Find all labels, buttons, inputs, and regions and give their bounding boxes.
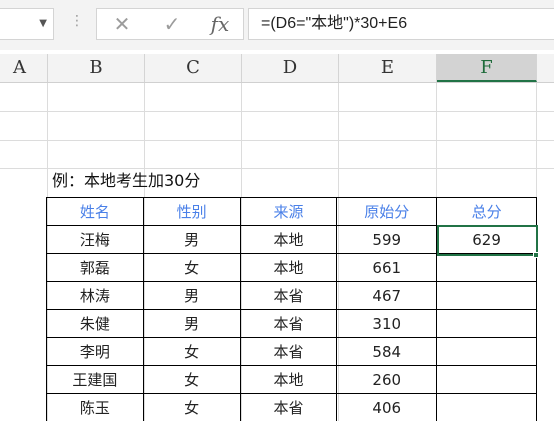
cell-total[interactable]	[436, 365, 537, 394]
table-row: 李明 女 本省 584	[46, 337, 537, 366]
cell-raw-score[interactable]: 310	[336, 309, 438, 338]
cell-gender[interactable]: 男	[142, 281, 241, 310]
cell-name[interactable]: 林涛	[46, 281, 144, 310]
cell-gender[interactable]: 女	[142, 337, 241, 366]
cell-origin[interactable]: 本省	[239, 337, 338, 366]
table-row: 王建国 女 本地 260	[46, 365, 537, 394]
cell-total[interactable]	[436, 281, 537, 310]
header-gender[interactable]: 性别	[142, 197, 241, 226]
cell-total[interactable]	[436, 337, 537, 366]
cell-gender[interactable]: 男	[142, 309, 241, 338]
cell-total[interactable]	[436, 253, 537, 282]
column-header-d[interactable]: D	[242, 54, 339, 82]
table-row: 林涛 男 本省 467	[46, 281, 537, 310]
formula-bar: ▼ ⋮ ✕ ✓ fx =(D6="本地")*30+E6	[0, 0, 554, 50]
cell-origin[interactable]: 本地	[239, 253, 338, 282]
formula-buttons: ✕ ✓ fx	[96, 8, 244, 40]
cell-name[interactable]: 郭磊	[46, 253, 144, 282]
enter-button[interactable]: ✓	[157, 9, 187, 39]
active-cell-border	[437, 225, 538, 256]
table-row: 陈玉 女 本省 406	[46, 393, 537, 421]
column-header-b[interactable]: B	[48, 54, 145, 82]
name-box[interactable]: ▼	[0, 8, 54, 40]
cell-origin[interactable]: 本省	[239, 393, 338, 421]
cell-raw-score[interactable]: 584	[336, 337, 438, 366]
cell-name[interactable]: 陈玉	[46, 393, 144, 421]
table-row: 朱健 男 本省 310	[46, 309, 537, 338]
column-header-e[interactable]: E	[339, 54, 437, 82]
cell-raw-score[interactable]: 599	[336, 225, 438, 254]
cell-gender[interactable]: 女	[142, 393, 241, 421]
cell-raw-score[interactable]: 406	[336, 393, 438, 421]
cell-gender[interactable]: 女	[142, 253, 241, 282]
cell-origin[interactable]: 本省	[239, 281, 338, 310]
cell-gender[interactable]: 男	[142, 225, 241, 254]
column-header-row: A B C D E F	[0, 54, 554, 83]
column-header-f[interactable]: F	[437, 54, 537, 82]
chevron-down-icon[interactable]: ▼	[39, 18, 47, 29]
cell-name[interactable]: 汪梅	[46, 225, 144, 254]
table-row: 郭磊 女 本地 661	[46, 253, 537, 282]
insert-function-button[interactable]: fx	[205, 9, 235, 39]
cell-origin[interactable]: 本省	[239, 309, 338, 338]
cell-raw-score[interactable]: 260	[336, 365, 438, 394]
cell-name[interactable]: 王建国	[46, 365, 144, 394]
cell-origin[interactable]: 本地	[239, 225, 338, 254]
column-header-c[interactable]: C	[145, 54, 242, 82]
resize-handle-icon[interactable]: ⋮	[70, 14, 84, 28]
cell-raw-score[interactable]: 467	[336, 281, 438, 310]
cell-total[interactable]	[436, 393, 537, 421]
worksheet-grid[interactable]: 例：本地考生加30分 姓名 性别 来源 原始分 总分 汪梅 男 本地 599 6…	[0, 83, 554, 421]
cancel-button[interactable]: ✕	[107, 9, 137, 39]
header-name[interactable]: 姓名	[46, 197, 144, 226]
header-origin[interactable]: 来源	[239, 197, 338, 226]
formula-input[interactable]: =(D6="本地")*30+E6	[248, 8, 554, 40]
example-title: 例：本地考生加30分	[52, 171, 201, 190]
cell-name[interactable]: 朱健	[46, 309, 144, 338]
cell-gender[interactable]: 女	[142, 365, 241, 394]
column-header-a[interactable]: A	[0, 54, 48, 82]
cell-raw-score[interactable]: 661	[336, 253, 438, 282]
table-header-row: 姓名 性别 来源 原始分 总分	[46, 197, 537, 226]
header-raw-score[interactable]: 原始分	[336, 197, 438, 226]
cell-name[interactable]: 李明	[46, 337, 144, 366]
cell-origin[interactable]: 本地	[239, 365, 338, 394]
header-total[interactable]: 总分	[436, 197, 537, 226]
cell-total[interactable]	[436, 309, 537, 338]
fill-handle[interactable]	[533, 252, 539, 258]
